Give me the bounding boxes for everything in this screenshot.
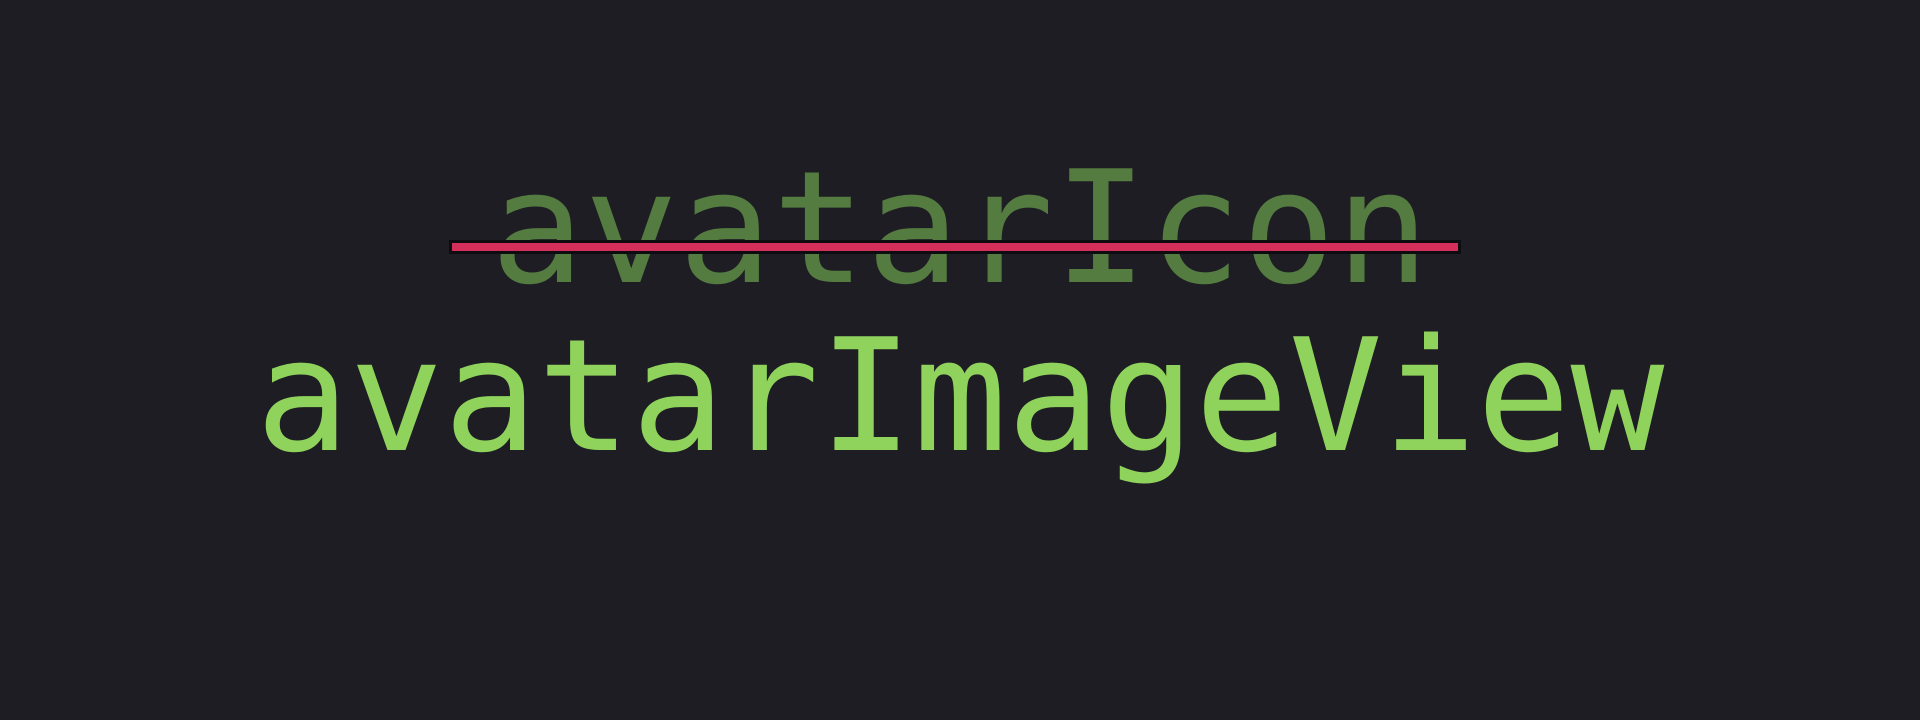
new-name-row: avatarImageView [0,318,1920,508]
old-identifier: avatarIcon [490,137,1430,319]
new-identifier: avatarImageView [255,305,1665,487]
old-name-row: avatarIcon [0,150,1920,310]
strikethrough-line [449,240,1461,254]
